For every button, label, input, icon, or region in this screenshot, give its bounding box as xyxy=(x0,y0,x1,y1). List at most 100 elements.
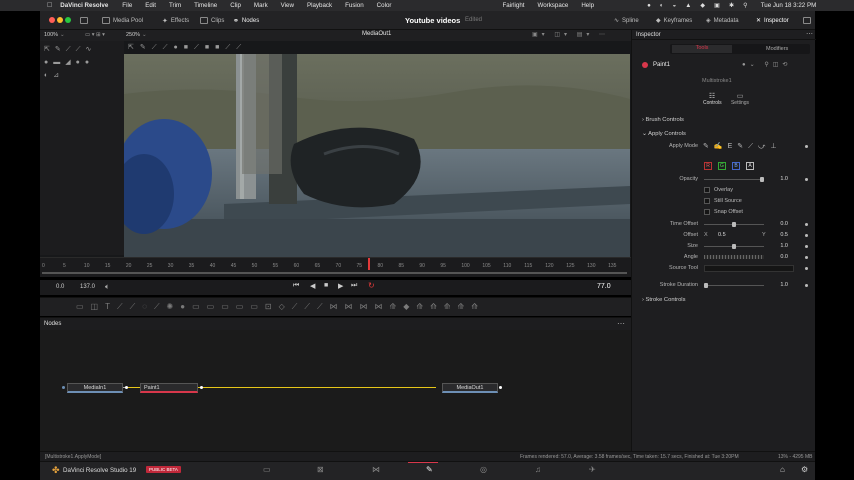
zoom-left-select[interactable]: 100% xyxy=(44,32,58,38)
section-brush-controls[interactable]: › Brush Controls xyxy=(642,117,684,123)
fusion-tools-icons[interactable]: ▭◫T⟋⟋◌⟋✺●▭▭▭▭▭⊡◇⟋⟋⟋⋈⋈⋈⋈⟰◆⟰⟰⟰⟰⟰ xyxy=(76,302,485,312)
size-slider[interactable] xyxy=(704,243,764,249)
viewer-options-icon[interactable]: ▭ ▾ ⊞ ▾ xyxy=(85,32,105,38)
layout-icon[interactable] xyxy=(80,15,88,26)
more-options-icon[interactable]: ⋯ xyxy=(617,319,625,328)
menu-workspace[interactable]: Workspace xyxy=(537,2,568,9)
menu-color[interactable]: Color xyxy=(377,2,392,9)
offset-x-value[interactable]: 0.5 xyxy=(718,232,726,238)
media-page-icon[interactable]: ▭ xyxy=(263,465,271,474)
paint-toolbar-left[interactable]: ⇱✎⟋⟋∿ ●▬◢●● ◐⊿ xyxy=(44,43,124,82)
video-frame[interactable] xyxy=(124,54,630,257)
fusion-tool-strip[interactable]: ▭◫T⟋⟋◌⟋✺●▭▭▭▭▭⊡◇⟋⟋⟋⋈⋈⋈⋈⟰◆⟰⟰⟰⟰⟰ xyxy=(40,297,631,316)
opacity-value[interactable]: 1.0 xyxy=(772,176,788,182)
menu-timeline[interactable]: Timeline xyxy=(194,2,217,9)
keyframes-button[interactable]: ◆ Keyframes xyxy=(656,15,692,26)
edit-page-icon[interactable]: ⋈ xyxy=(372,465,380,474)
node-mediaout1[interactable]: MediaOut1 xyxy=(442,383,498,393)
playhead[interactable] xyxy=(368,258,370,270)
loop-icon[interactable]: ↻ xyxy=(368,281,375,290)
slider-knob[interactable] xyxy=(732,221,736,227)
metadata-button[interactable]: ◈ Metadata xyxy=(706,15,739,26)
node-output-port[interactable] xyxy=(499,386,502,389)
keyframe-icon[interactable] xyxy=(805,244,808,248)
menu-clip[interactable]: Clip xyxy=(230,2,241,9)
channel-g[interactable]: G xyxy=(718,162,726,170)
more-options-icon[interactable]: ⋯ xyxy=(806,30,813,38)
time-offset-value[interactable]: 0.0 xyxy=(772,221,788,227)
offset-y-value[interactable]: 0.5 xyxy=(772,232,788,238)
keyframe-icon[interactable] xyxy=(805,266,808,270)
effects-button[interactable]: ✦ Effects xyxy=(162,15,189,26)
nodes-button[interactable]: ⚭ Nodes xyxy=(233,15,259,26)
play-reverse-button[interactable]: ◀ xyxy=(310,282,315,290)
menu-file[interactable]: File xyxy=(122,2,132,9)
tool-enable-dot[interactable] xyxy=(642,62,648,68)
subtab-controls[interactable]: ☷ Controls xyxy=(703,92,722,110)
stroke-duration-slider[interactable] xyxy=(704,282,764,288)
tool-header-icons[interactable]: ●⌄ ⚲◫⟲ xyxy=(742,61,791,68)
overlay-checkbox[interactable] xyxy=(704,187,710,193)
status-icons[interactable]: ●◐◒▲◆▣✱⚲ xyxy=(647,2,757,9)
still-source-checkbox[interactable] xyxy=(704,198,710,204)
menu-view[interactable]: View xyxy=(281,2,294,9)
channel-b[interactable]: B xyxy=(732,162,740,170)
app-menu[interactable]: DaVinci Resolve xyxy=(60,2,108,9)
media-pool-button[interactable]: Media Pool xyxy=(102,15,143,26)
cut-page-icon[interactable]: ⊠ xyxy=(317,465,324,474)
fusion-page-icon[interactable]: ✎ xyxy=(426,465,433,474)
range-end[interactable]: 137.0 xyxy=(80,284,95,290)
expand-icon[interactable] xyxy=(803,15,811,26)
menu-fairlight[interactable]: Fairlight xyxy=(502,2,524,9)
menu-playback[interactable]: Playback xyxy=(307,2,332,9)
zoom-right-select[interactable]: 250% xyxy=(126,32,140,38)
menu-help[interactable]: Help xyxy=(581,2,594,9)
node-editor[interactable]: MediaIn1 Paint1 MediaOut1 xyxy=(40,330,631,451)
range-start[interactable]: 0.0 xyxy=(56,284,64,290)
channel-a[interactable]: A xyxy=(746,162,754,170)
keyframe-icon[interactable] xyxy=(805,233,808,237)
angle-dial[interactable] xyxy=(704,255,764,259)
slider-knob[interactable] xyxy=(704,282,708,288)
keyframe-icon[interactable] xyxy=(805,177,808,181)
slider-knob[interactable] xyxy=(732,243,736,249)
home-icon[interactable]: ⌂ xyxy=(780,465,785,474)
node-output-port[interactable] xyxy=(200,386,203,389)
close-window-button[interactable] xyxy=(49,17,55,23)
play-button[interactable]: ▶ xyxy=(338,282,343,290)
skip-forward-button[interactable]: ⏭︎ xyxy=(351,282,357,290)
node-output-port[interactable] xyxy=(62,386,65,389)
spline-button[interactable]: ∿ Spline xyxy=(614,15,639,26)
keyframe-icon[interactable] xyxy=(805,144,808,148)
fairlight-page-icon[interactable]: ♫ xyxy=(535,465,541,474)
opacity-slider[interactable] xyxy=(704,176,764,182)
section-stroke-controls[interactable]: › Stroke Controls xyxy=(642,297,686,303)
node-mediain1[interactable]: MediaIn1 xyxy=(67,383,123,393)
zoom-window-button[interactable] xyxy=(65,17,71,23)
tab-modifiers[interactable]: Modifiers xyxy=(766,46,788,52)
current-frame[interactable]: 77.0 xyxy=(597,283,611,290)
apply-mode-buttons[interactable]: ✎✍E✎⟋⤻⊥ xyxy=(703,142,782,151)
keyframe-icon[interactable] xyxy=(805,255,808,259)
menu-trim[interactable]: Trim xyxy=(169,2,181,9)
viewer-right-icons[interactable]: ▣▾ ◫▾ ▤▾ ⋯ xyxy=(532,31,609,38)
subtab-settings[interactable]: ▭ Settings xyxy=(729,92,751,110)
apple-icon[interactable]:  xyxy=(47,2,52,9)
source-tool-field[interactable] xyxy=(704,264,794,272)
keyframe-icon[interactable] xyxy=(805,222,808,226)
paint-toolbar-top[interactable]: ⇱✎⟋⟋●■⟋■■⟋⟋ xyxy=(128,43,308,52)
chevron-down-icon[interactable]: ⌄ xyxy=(60,32,65,38)
deliver-page-icon[interactable]: ✈ xyxy=(589,465,596,474)
render-range-bar[interactable] xyxy=(42,272,627,274)
minimize-window-button[interactable] xyxy=(57,17,63,23)
node-paint1[interactable]: Paint1 xyxy=(140,383,198,393)
gear-icon[interactable]: ⚙ xyxy=(801,465,808,474)
menu-mark[interactable]: Mark xyxy=(254,2,268,9)
audio-icon[interactable]: 🔈︎ xyxy=(105,282,110,292)
menu-fusion[interactable]: Fusion xyxy=(345,2,364,9)
stop-button[interactable]: ■ xyxy=(324,282,328,289)
node-output-port[interactable] xyxy=(125,386,128,389)
time-offset-slider[interactable] xyxy=(704,221,764,227)
skip-back-button[interactable]: ⏮︎ xyxy=(293,282,299,290)
inspector-button[interactable]: ✕ Inspector xyxy=(756,15,789,26)
